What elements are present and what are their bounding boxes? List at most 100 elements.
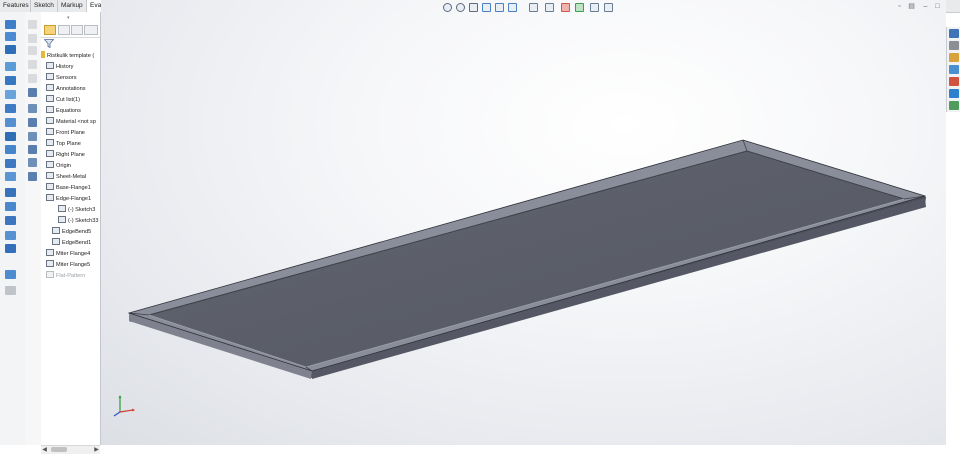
triad-y-arrow	[118, 395, 122, 398]
tree-item-label: (-) Sketch3	[68, 207, 96, 213]
tree-item-label: Edge-Flange1	[56, 196, 92, 202]
forum-icon[interactable]	[949, 101, 959, 110]
tree-item-label: Miter Flange4	[56, 251, 91, 257]
triad-x-axis	[119, 409, 134, 413]
tree-item-label: Miter Flange5	[56, 262, 91, 268]
tree-root-part[interactable]: Ristkulik template (	[41, 51, 94, 61]
feature-tree-horizontal-scrollbar[interactable]: ◀ ▶	[41, 445, 100, 454]
tree-item-origin[interactable]: Origin	[46, 161, 71, 171]
scroll-thumb[interactable]	[51, 447, 67, 452]
edge-bend-icon	[52, 227, 60, 234]
tool-9-icon[interactable]	[28, 132, 37, 141]
tree-item-sheet-metal[interactable]: Sheet-Metal	[46, 172, 86, 182]
linear-pattern-icon[interactable]	[5, 172, 16, 181]
tree-item-cut-list-1[interactable]: Cut list(1)	[46, 95, 80, 105]
lofted-cut-icon[interactable]	[5, 145, 16, 154]
cut-list-icon	[46, 95, 54, 102]
scroll-right-arrow[interactable]: ▶	[93, 446, 100, 454]
graphics-area[interactable]: ▫ ▤ – □	[101, 0, 946, 445]
feature-manager-tab-button[interactable]	[44, 25, 56, 35]
property-manager-tab-button[interactable]	[58, 25, 70, 35]
tree-item-top-plane[interactable]: Top Plane	[46, 139, 81, 149]
tree-item-label: Right Plane	[56, 152, 85, 158]
tool-12-icon[interactable]	[28, 172, 37, 181]
pane-collapse-handle[interactable]: ▾	[67, 15, 73, 21]
tree-item-miter-flange4[interactable]: Miter Flange4	[46, 249, 90, 259]
tree-item-label: EdgeBend5	[62, 229, 92, 235]
extruded-boss-icon[interactable]	[5, 20, 16, 29]
custom-properties-icon[interactable]	[949, 89, 959, 98]
tree-item-right-plane[interactable]: Right Plane	[46, 150, 85, 160]
command-toolbar-secondary	[25, 12, 42, 445]
tree-item-label: Sheet-Metal	[56, 174, 87, 180]
tab-sketch[interactable]: Sketch	[31, 0, 58, 12]
tree-item-history[interactable]: History	[46, 62, 73, 72]
design-library-icon[interactable]	[949, 41, 959, 50]
tool-4-icon[interactable]	[28, 60, 37, 69]
tool-10-icon[interactable]	[28, 145, 37, 154]
tab-markup[interactable]: Markup	[58, 0, 87, 12]
tree-item-edgebend1[interactable]: EdgeBend1	[52, 238, 91, 248]
shell-icon[interactable]	[5, 216, 16, 225]
tree-item-sketch3[interactable]: (-) Sketch3	[58, 205, 95, 215]
tree-item-label: Base-Flange1	[56, 185, 91, 191]
tree-item-annotations[interactable]: Annotations	[46, 84, 86, 94]
plane-icon	[46, 150, 54, 157]
tree-item-flat-pattern[interactable]: Flat-Pattern	[46, 271, 85, 281]
feature-manager-toolbar	[41, 24, 100, 38]
tool-5-icon[interactable]	[28, 74, 37, 83]
swept-cut-icon[interactable]	[5, 132, 16, 141]
edge-flange-icon	[46, 194, 54, 201]
swept-boss-icon[interactable]	[5, 45, 16, 54]
tree-item-miter-flange5[interactable]: Miter Flange5	[46, 260, 90, 270]
scroll-left-arrow[interactable]: ◀	[41, 446, 48, 454]
mirror-icon[interactable]	[5, 270, 16, 279]
tree-item-label: Sensors	[56, 75, 77, 81]
tab-features[interactable]: Features	[0, 0, 31, 12]
sketch-icon	[58, 205, 66, 212]
draft-icon[interactable]	[5, 202, 16, 211]
tree-item-base-flange1[interactable]: Base-Flange1	[46, 183, 91, 193]
view-palette-icon[interactable]	[949, 65, 959, 74]
tool-7-icon[interactable]	[28, 104, 37, 113]
tree-item-equations[interactable]: Equations	[46, 106, 81, 116]
more-tabs-arrows[interactable]	[84, 25, 98, 35]
feature-manager-pane: ▾ Ristkulik template ( ◀ ▶ History Sensor…	[41, 12, 101, 454]
intersect-icon[interactable]	[5, 244, 16, 253]
tree-item-label: Front Plane	[56, 130, 85, 136]
configuration-manager-tab-button[interactable]	[71, 25, 83, 35]
reference-geometry-icon[interactable]	[5, 286, 16, 295]
triad-x-arrow	[132, 408, 135, 412]
tool-2-icon[interactable]	[28, 34, 37, 43]
hole-wizard-icon[interactable]	[5, 104, 16, 113]
home-icon[interactable]	[949, 29, 959, 38]
tool-1-icon[interactable]	[28, 20, 37, 29]
coordinate-triad	[113, 395, 135, 417]
miter-flange-icon	[46, 260, 54, 267]
tool-3-icon[interactable]	[28, 46, 37, 55]
revolved-cut-icon[interactable]	[5, 118, 16, 127]
tool-6-icon[interactable]	[28, 88, 37, 97]
plane-icon	[46, 128, 54, 135]
tree-item-sketch33[interactable]: (-) Sketch33	[58, 216, 98, 226]
tree-item-material-not-sp[interactable]: Material <not sp	[46, 117, 96, 127]
sheet-metal-part[interactable]	[101, 0, 946, 445]
fillet-icon[interactable]	[5, 159, 16, 168]
tree-item-front-plane[interactable]: Front Plane	[46, 128, 85, 138]
tool-11-icon[interactable]	[28, 158, 37, 167]
extruded-cut-icon[interactable]	[5, 90, 16, 99]
filter-icon[interactable]	[44, 39, 54, 48]
rib-icon[interactable]	[5, 188, 16, 197]
boundary-boss-icon[interactable]	[5, 76, 16, 85]
revolved-boss-icon[interactable]	[5, 32, 16, 41]
tree-item-edgebend5[interactable]: EdgeBend5	[52, 227, 91, 237]
tree-item-edge-flange1[interactable]: Edge-Flange1	[46, 194, 91, 204]
triad-z-axis	[113, 411, 121, 417]
lofted-boss-icon[interactable]	[5, 62, 16, 71]
tree-item-sensors[interactable]: Sensors	[46, 73, 77, 83]
file-explorer-icon[interactable]	[949, 53, 959, 62]
appearances-icon[interactable]	[949, 77, 959, 86]
wrap-icon[interactable]	[5, 231, 16, 240]
tool-8-icon[interactable]	[28, 118, 37, 127]
tree-item-label: Origin	[56, 163, 71, 169]
